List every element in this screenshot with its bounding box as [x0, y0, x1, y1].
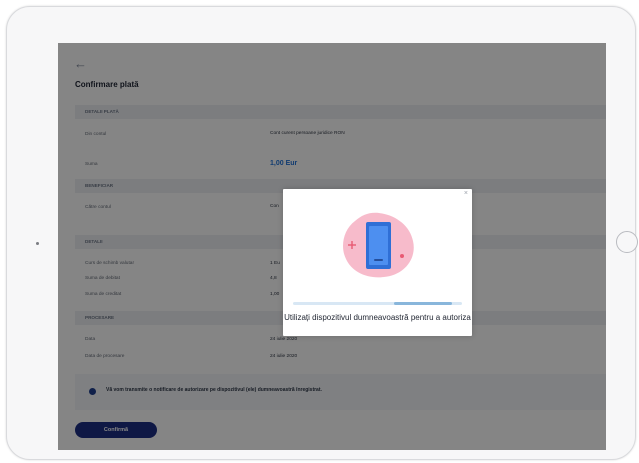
tablet-screen: ← Confirmare plată DETALII PLATĂ Din con… — [58, 43, 606, 450]
authorization-message: Utilizați dispozitivul dumneavoastră pen… — [284, 313, 471, 322]
authorization-progress-bar — [293, 302, 462, 305]
camera-dot — [36, 242, 39, 245]
close-icon[interactable]: × — [464, 190, 468, 197]
mobile-device-icon — [343, 212, 414, 278]
tablet-frame: ← Confirmare plată DETALII PLATĂ Din con… — [6, 6, 638, 460]
authorization-progress-fill — [394, 302, 452, 305]
authorization-modal: × Utilizați dispozitivul dumneavoastră p… — [283, 189, 472, 336]
home-button[interactable] — [616, 231, 638, 253]
